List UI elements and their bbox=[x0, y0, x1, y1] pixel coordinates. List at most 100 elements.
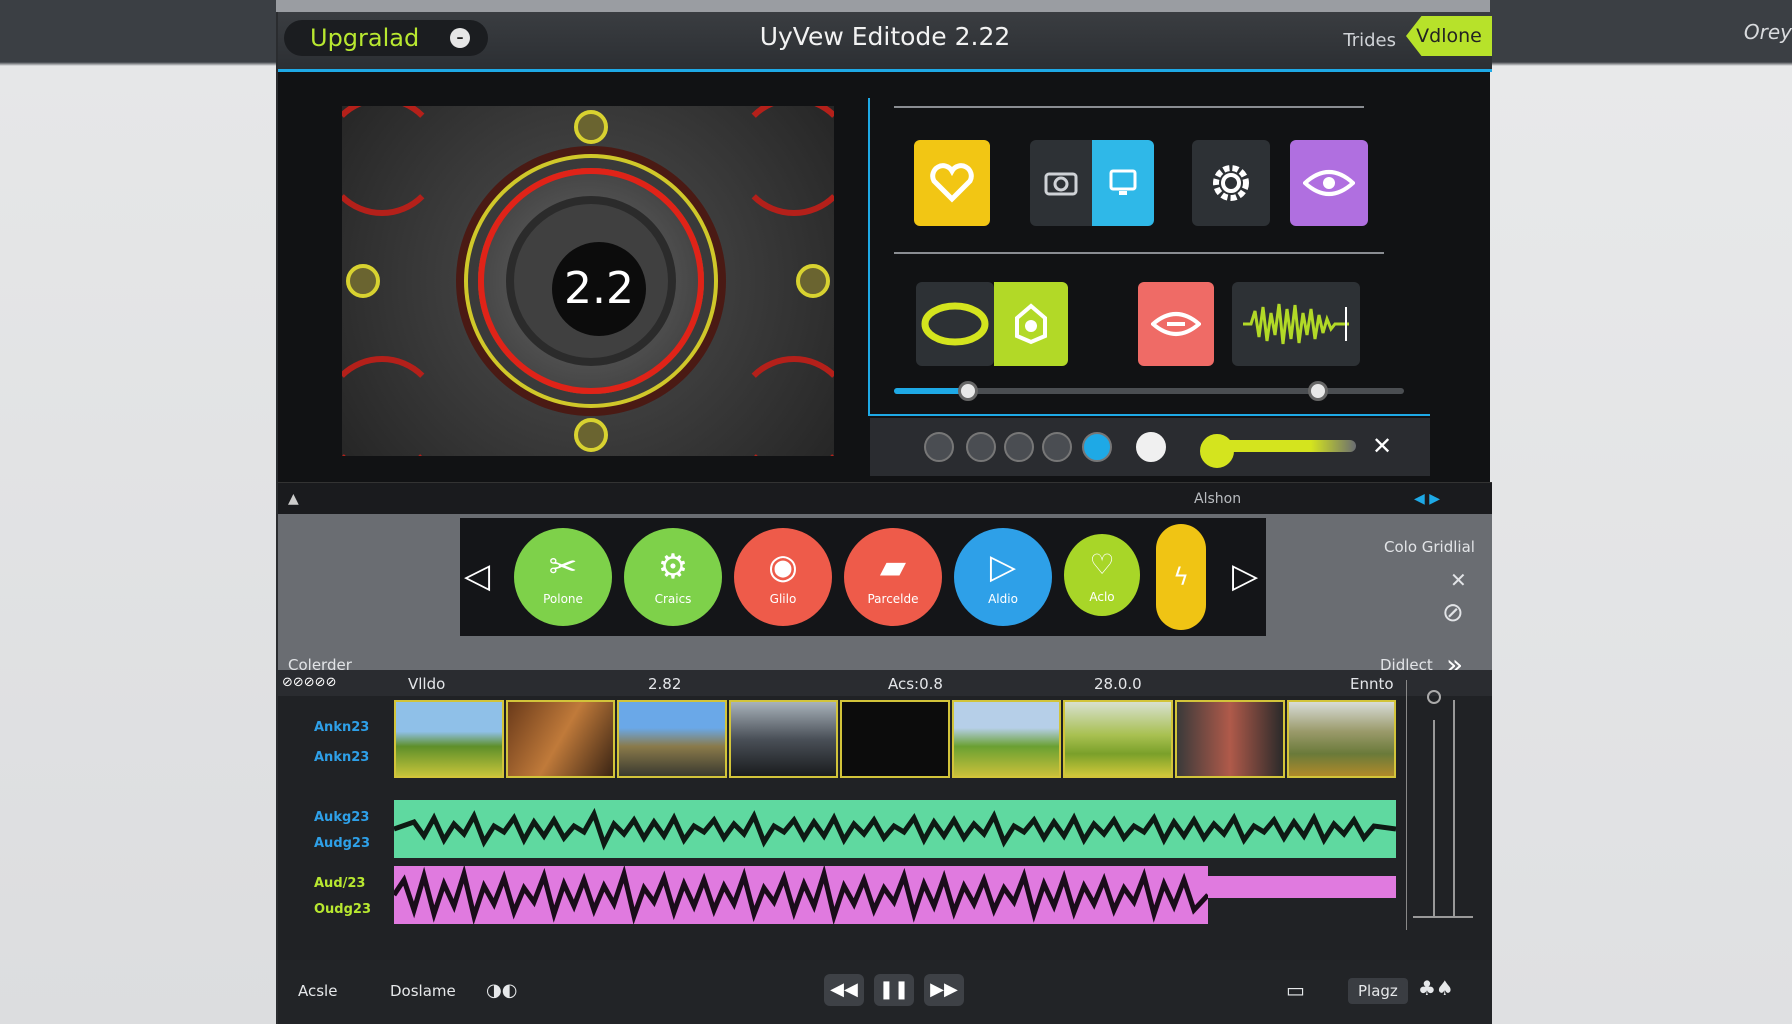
gear-icon[interactable] bbox=[1192, 140, 1270, 226]
gear-icon: ⚙ bbox=[657, 547, 689, 587]
video-clip[interactable] bbox=[1286, 700, 1397, 778]
carousel-next-icon[interactable]: ▷ bbox=[1232, 556, 1258, 596]
audio-clip-tail[interactable] bbox=[1208, 876, 1396, 898]
track-label: Ankn23 bbox=[314, 720, 370, 735]
color-grading-label: Colo Gridlial bbox=[1384, 538, 1475, 556]
tool-parcelde[interactable]: ▰ Parcelde bbox=[844, 528, 942, 626]
timeline-label: 2.82 bbox=[648, 675, 682, 693]
tab-trides[interactable]: Trides bbox=[1343, 30, 1396, 51]
collapse-icon[interactable]: ▲ bbox=[288, 491, 299, 507]
share-icons[interactable]: ♣♠ bbox=[1418, 976, 1454, 1000]
bucket-icon: ▰ bbox=[879, 547, 907, 587]
video-clip[interactable] bbox=[951, 700, 1062, 778]
video-clip[interactable] bbox=[728, 700, 839, 778]
tool-aldio[interactable]: ▷ Aldio bbox=[954, 528, 1052, 626]
video-clip[interactable] bbox=[840, 700, 950, 778]
eye-outline-icon[interactable] bbox=[916, 282, 994, 366]
audio-track-pink[interactable] bbox=[391, 864, 1210, 926]
emblem-inner: 2.2 bbox=[506, 196, 676, 366]
tool-label: Aclo bbox=[1089, 590, 1115, 604]
ornament-swirl bbox=[734, 356, 834, 456]
mute-icon[interactable]: ✕ bbox=[1372, 432, 1392, 460]
ornament-gem bbox=[574, 110, 608, 144]
tool-carousel: ◁ ✂ Polone ⚙ Craics ◉ Glilo ▰ Parcelde ▷… bbox=[460, 518, 1266, 636]
tool-spark[interactable]: ϟ bbox=[1156, 524, 1206, 630]
video-clip[interactable] bbox=[505, 700, 616, 778]
version-emblem: 2.2 bbox=[478, 168, 704, 394]
video-preview[interactable]: 2.2 bbox=[342, 106, 834, 456]
volume-knob[interactable] bbox=[1200, 434, 1234, 468]
tool-glilo[interactable]: ◉ Glilo bbox=[734, 528, 832, 626]
left-desktop-area bbox=[0, 0, 276, 1024]
audio-track-green[interactable] bbox=[393, 800, 1397, 858]
status-strip: ▲ Alshon ◀ ▶ bbox=[278, 482, 1492, 514]
editor-window: Upgralad – UyVew Editode 2.22 Trides Vdl… bbox=[276, 12, 1492, 1024]
track-label: Aukg23 bbox=[314, 810, 370, 825]
toggle-icons[interactable]: ◑◐ bbox=[486, 980, 517, 1001]
screen-icon[interactable]: ▭ bbox=[1286, 978, 1305, 1002]
rewind-button[interactable]: ◀◀ bbox=[824, 974, 864, 1006]
slider-knob-start[interactable] bbox=[958, 381, 978, 401]
meter-knob-icon[interactable] bbox=[1427, 690, 1441, 704]
eye-icon[interactable] bbox=[1290, 140, 1368, 226]
carousel-prev-icon[interactable]: ◁ bbox=[464, 556, 490, 596]
video-clip[interactable] bbox=[617, 700, 727, 778]
slider-knob-end[interactable] bbox=[1308, 381, 1328, 401]
version-number: 2.2 bbox=[552, 242, 646, 336]
step-arrows-icon[interactable]: ◀ ▶ bbox=[1414, 491, 1440, 507]
ornament-gem bbox=[574, 418, 608, 452]
tool-craics[interactable]: ⚙ Craics bbox=[624, 528, 722, 626]
tool-polone[interactable]: ✂ Polone bbox=[514, 528, 612, 626]
scrub-slider[interactable] bbox=[894, 381, 1404, 401]
right-desktop-area: Orey bbox=[1490, 0, 1792, 1024]
desktop-label: Orey bbox=[1743, 20, 1792, 44]
play-label[interactable]: Plagz bbox=[1348, 978, 1408, 1004]
level-meter[interactable] bbox=[1406, 680, 1476, 930]
track-toggle-icons[interactable]: ⊘⊘⊘⊘⊘ bbox=[282, 675, 336, 690]
stop-button[interactable] bbox=[1136, 432, 1166, 462]
track-label: Oudg23 bbox=[314, 902, 372, 917]
link-button[interactable] bbox=[1042, 432, 1072, 462]
bug-icon[interactable] bbox=[994, 282, 1068, 366]
meter-line bbox=[1433, 720, 1435, 916]
timeline-header: ⊘⊘⊘⊘⊘ Vlldo 2.82 Acs:0.8 28.0.0 Ennto bbox=[278, 670, 1492, 696]
video-clip[interactable] bbox=[1063, 700, 1173, 778]
tools-icon: ✂ bbox=[548, 547, 578, 587]
timeline-label: 28.0.0 bbox=[1094, 675, 1142, 693]
monitor-icon[interactable] bbox=[1092, 140, 1154, 226]
globe-icon[interactable]: ⊘ bbox=[1442, 598, 1464, 628]
timeline-label: Acs:0.8 bbox=[888, 675, 943, 693]
audio-waveform bbox=[393, 807, 1397, 851]
eye-red-icon[interactable] bbox=[1138, 282, 1214, 366]
camera-icon[interactable] bbox=[1030, 140, 1092, 226]
pause-button[interactable]: ❚❚ bbox=[874, 974, 914, 1006]
timeline-label: Vlldo bbox=[408, 675, 446, 693]
timeline[interactable]: ⊘⊘⊘⊘⊘ Vlldo 2.82 Acs:0.8 28.0.0 Ennto An… bbox=[278, 670, 1492, 960]
loop-button[interactable] bbox=[924, 432, 954, 462]
eye-icon: ◉ bbox=[768, 547, 798, 587]
meter-line bbox=[1453, 700, 1455, 916]
close-icon[interactable]: ✕ bbox=[1450, 568, 1467, 592]
heart-icon[interactable] bbox=[914, 140, 990, 226]
video-clip[interactable] bbox=[1174, 700, 1285, 778]
tool-aclo[interactable]: ♡ Aclo bbox=[1064, 534, 1140, 616]
tool-label: Glilo bbox=[769, 592, 797, 606]
track-label: Ankn23 bbox=[314, 750, 370, 765]
video-clip[interactable] bbox=[394, 700, 504, 778]
ornament-swirl bbox=[342, 356, 442, 456]
volume-slider[interactable] bbox=[1200, 434, 1356, 468]
wave-button[interactable] bbox=[1004, 432, 1034, 462]
waveform-icon[interactable] bbox=[1232, 282, 1360, 366]
spark-icon: ϟ bbox=[1173, 563, 1189, 591]
record-button[interactable] bbox=[966, 432, 996, 462]
tool-label: Craics bbox=[654, 592, 692, 606]
track-label: Aud/23 bbox=[314, 876, 366, 891]
tab-video[interactable]: Vdlone bbox=[1406, 16, 1492, 56]
tool-label: Aldio bbox=[988, 592, 1018, 606]
fast-forward-button[interactable]: ▶▶ bbox=[924, 974, 964, 1006]
timeline-label: Ennto bbox=[1350, 675, 1394, 693]
bottom-middle-label[interactable]: Doslame bbox=[390, 982, 456, 1000]
video-clips[interactable] bbox=[394, 700, 1397, 778]
play-button[interactable] bbox=[1082, 432, 1112, 462]
ornament-gem bbox=[796, 264, 830, 298]
